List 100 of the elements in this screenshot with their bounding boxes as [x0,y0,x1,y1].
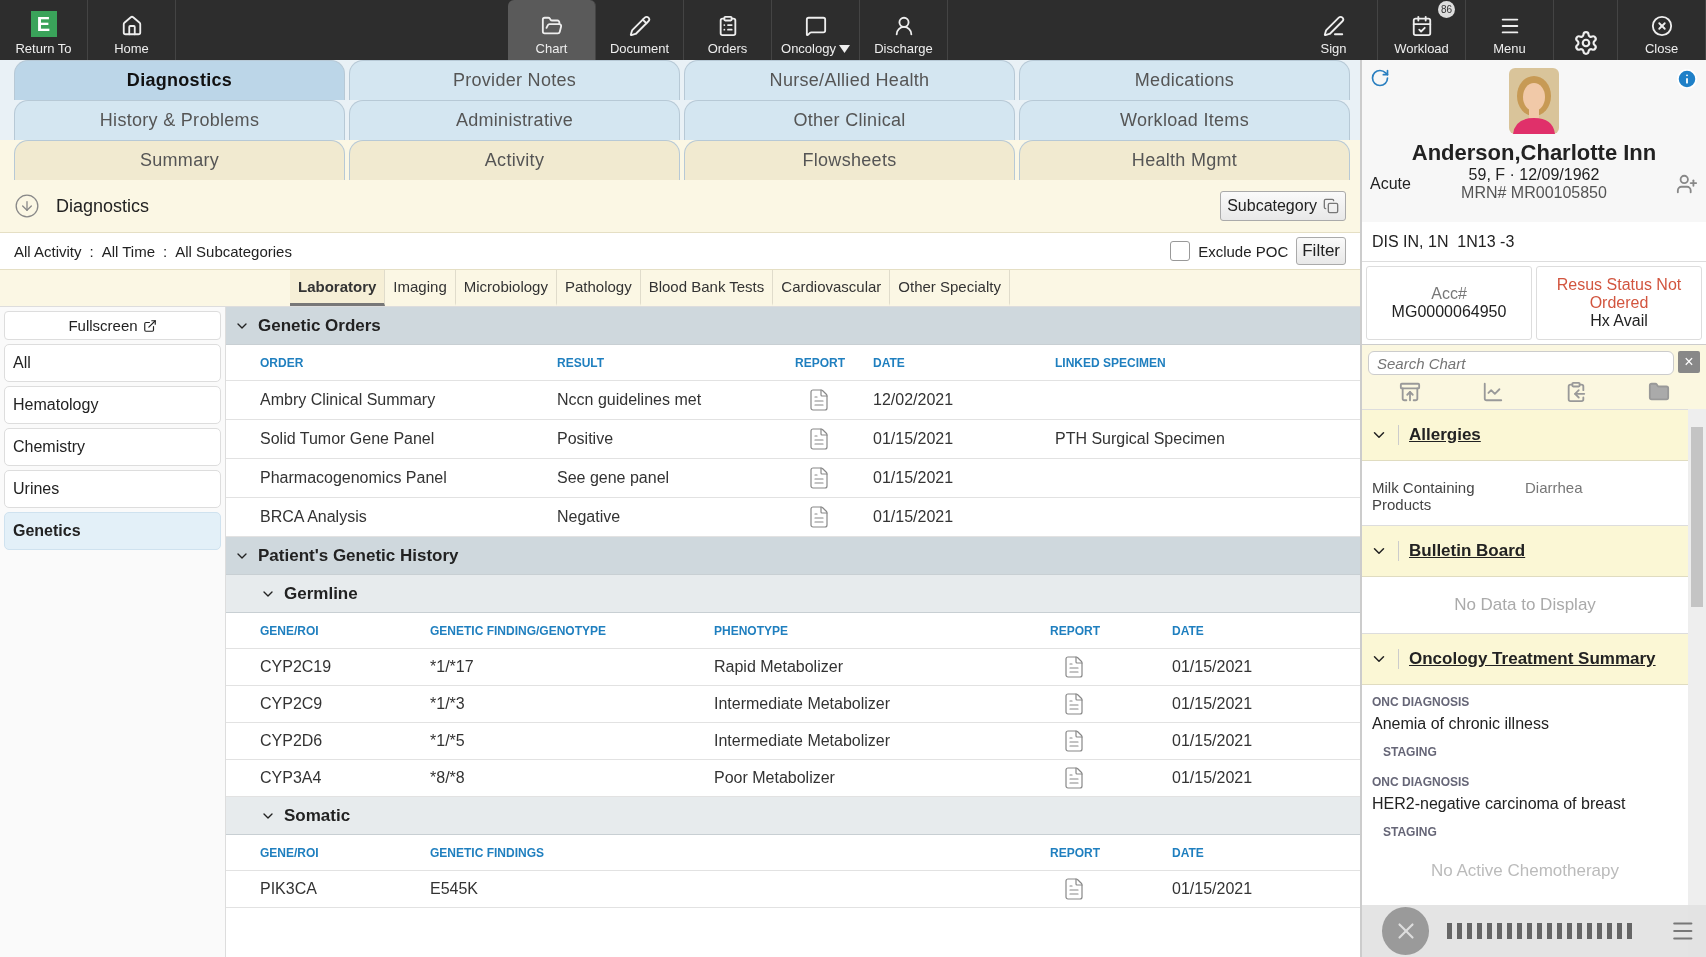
section-header[interactable]: Oncology Treatment Summary [1362,633,1688,685]
empty-message: No Data to Display [1453,594,1597,616]
separator: : [163,242,168,260]
table-cell: CYP2D6 [260,732,323,749]
tab[interactable]: Workload Items [1019,100,1350,140]
filter-link[interactable]: All Time [101,242,156,260]
tab[interactable]: Health Mgmt [1019,140,1350,180]
column-header: GENE/ROI [260,623,320,638]
section-header[interactable]: Germline [226,575,1360,613]
column-header: REPORT [1050,623,1101,638]
table-cell: *8/*8 [430,769,465,786]
table-cell: 12/02/2021 [873,391,954,408]
subtab[interactable]: Pathology [556,270,641,306]
table-cell: 01/15/2021 [873,508,954,525]
column-header: ORDER [260,355,305,370]
tab[interactable]: Nurse/Allied Health [684,60,1015,100]
sidebar-item[interactable]: Genetics [4,512,221,550]
table-cell: PIK3CA [260,880,317,897]
table-cell: Poor Metabolizer [714,769,835,786]
patient-location: DIS IN, 1N 1N13 -3 [1362,222,1706,262]
section-header[interactable]: Allergies [1362,409,1688,461]
section-header[interactable]: Genetic Orders [226,307,1360,345]
subtab[interactable]: Blood Bank Tests [640,270,774,306]
subtab[interactable]: Laboratory [290,270,386,306]
patient-name: Anderson,Charlotte Inn [1411,140,1657,166]
column-header: DATE [1172,623,1205,638]
column-header: DATE [873,355,906,370]
sidebar-item[interactable]: Chemistry [4,428,221,466]
tab[interactable]: History & Problems [14,100,345,140]
tab[interactable]: Summary [14,140,345,180]
allergy-substance: Milk Containing Products [1372,479,1476,513]
table-cell: Intermediate Metabolizer [714,732,891,749]
filter-link[interactable]: All Subcategories [175,242,292,260]
section-header[interactable]: Somatic [226,797,1360,835]
checkbox-label: Exclude POC [1198,242,1289,260]
subcategory-button[interactable]: Subcategory [1220,191,1346,221]
table-cell: *1/*17 [430,658,474,675]
column-header: RESULT [557,355,606,370]
field-label: STAGING [1382,745,1438,759]
section-header[interactable]: Bulletin Board [1362,525,1688,577]
table-cell: See gene panel [557,469,670,486]
sidebar-item[interactable]: Urines [4,470,221,508]
table-cell: Negative [557,508,621,525]
fullscreen-button[interactable]: Fullscreen [4,311,221,340]
column-header: GENETIC FINDING/GENOTYPE [430,623,607,638]
column-header: PHENOTYPE [714,623,789,638]
table-cell: PTH Surgical Specimen [1055,430,1225,447]
table-cell: 01/15/2021 [1172,769,1253,786]
tab[interactable]: Medications [1019,60,1350,100]
table-cell: E545K [430,880,479,897]
account-card: Acc# MG0000064950 [1366,266,1532,340]
tab[interactable]: Administrative [349,100,680,140]
tab[interactable]: Flowsheets [684,140,1015,180]
tab[interactable]: Diagnostics [14,60,345,100]
table-cell: *1/*5 [430,732,465,749]
count-badge: 86 [1438,1,1455,18]
search-field[interactable]: Search Chart [1368,351,1674,375]
table-cell: BRCA Analysis [260,508,367,525]
table-cell: Intermediate Metabolizer [714,695,891,712]
patient-mrn: MRN# MR00105850 [1461,184,1607,202]
patient-demographics: 59, F · 12/09/1962 [1468,166,1600,184]
subtab[interactable]: Microbiology [455,270,557,306]
field-label: STAGING [1382,825,1438,839]
sidebar-item[interactable]: Hematology [4,386,221,424]
column-header: GENETIC FINDINGS [430,845,545,860]
filter-button[interactable]: Filter [1296,237,1346,265]
table-cell: 01/15/2021 [1172,732,1253,749]
tab[interactable]: Other Clinical [684,100,1015,140]
sidebar-item[interactable]: All [4,344,221,382]
table-cell: Positive [557,430,614,447]
status-text: No Active Chemotherapy [1429,860,1620,882]
clear-button[interactable]: × [1678,351,1700,373]
toolbar-button[interactable]: Chart [508,0,596,60]
subtab[interactable]: Cardiovascular [773,270,891,306]
encounter-type: Acute [1370,175,1411,193]
filter-link[interactable]: All Activity [14,242,82,260]
column-header: LINKED SPECIMEN [1055,355,1167,370]
column-header: REPORT [795,355,846,370]
table-cell: Solid Tumor Gene Panel [260,430,435,447]
field-label: ONC DIAGNOSIS [1372,775,1471,789]
table-cell: 01/15/2021 [873,469,954,486]
column-header: DATE [1172,845,1205,860]
table-cell: Rapid Metabolizer [714,658,843,675]
field-value: HER2-negative carcinoma of breast [1372,795,1627,813]
tab[interactable]: Activity [349,140,680,180]
subtab[interactable]: Imaging [385,270,456,306]
separator: : [89,242,94,260]
table-cell: CYP2C9 [260,695,323,712]
table-cell: 01/15/2021 [1172,695,1253,712]
allergy-reaction: Diarrhea [1525,479,1584,498]
tab[interactable]: Provider Notes [349,60,680,100]
table-cell: 01/15/2021 [873,430,954,447]
field-value: Anemia of chronic illness [1372,715,1550,733]
table-cell: Nccn guidelines met [557,391,702,408]
table-cell: CYP3A4 [260,769,322,786]
subtab[interactable]: Other Specialty [890,270,1010,306]
table-cell: CYP2C19 [260,658,332,675]
table-cell: 01/15/2021 [1172,658,1253,675]
table-cell: *1/*3 [430,695,465,712]
section-header[interactable]: Patient's Genetic History [226,537,1360,575]
